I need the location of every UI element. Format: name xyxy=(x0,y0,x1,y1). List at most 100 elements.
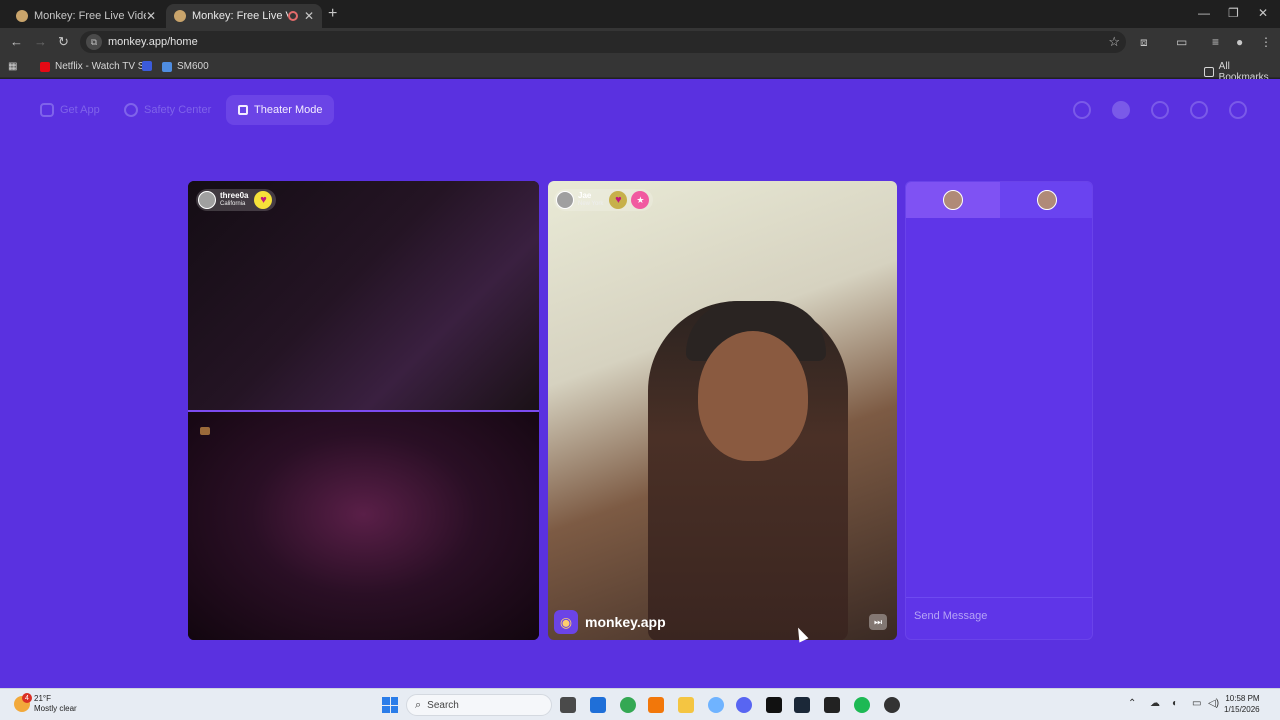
theater-mode-button[interactable]: Theater Mode xyxy=(226,95,335,125)
profile-icon[interactable] xyxy=(1229,101,1247,119)
windows-taskbar: 4 21°F Mostly clear ⌕ Search ⌃ ☁ ◐ ▭ ◁) … xyxy=(0,688,1280,720)
chat-tab-group[interactable] xyxy=(906,182,1000,218)
monkey-app: Get App Safety Center Theater Mode three… xyxy=(0,79,1280,688)
user-location: California xyxy=(220,201,246,207)
restore-icon[interactable]: ❐ xyxy=(1228,6,1239,20)
notification-badge: 4 xyxy=(22,693,32,703)
cast-icon[interactable]: ▭ xyxy=(1176,35,1187,49)
roblox-icon xyxy=(142,61,152,71)
browser-tab[interactable]: Monkey: Free Live Video Chat ✕ xyxy=(8,4,164,28)
partner-video-feed xyxy=(188,181,539,410)
heart-icon[interactable]: ♥ xyxy=(609,191,628,209)
obs-icon[interactable] xyxy=(824,697,840,713)
tray-overflow-icon[interactable]: ⌃ xyxy=(1128,698,1136,709)
new-tab-icon[interactable]: + xyxy=(328,5,337,23)
user-location: New York xyxy=(578,201,604,207)
monkey-logo-icon: ◉ xyxy=(554,610,578,634)
system-clock[interactable]: 10:58 PM 1/15/2026 xyxy=(1224,693,1260,715)
monkey-favicon-icon xyxy=(174,10,186,22)
search-icon[interactable] xyxy=(1073,101,1091,119)
back-icon[interactable]: ← xyxy=(10,34,23,49)
camera-icon xyxy=(200,427,210,435)
url-text: monkey.app/home xyxy=(108,36,198,48)
close-tab-icon[interactable]: ✕ xyxy=(146,9,156,23)
messages-icon[interactable] xyxy=(1190,101,1208,119)
steam-icon[interactable] xyxy=(794,697,810,713)
bookmark-roblox[interactable] xyxy=(142,61,157,71)
skip-button[interactable]: ⏭ xyxy=(869,614,887,630)
safety-center-button[interactable]: Safety Center xyxy=(124,99,211,121)
gift-icon[interactable]: ★ xyxy=(631,191,650,209)
avatar xyxy=(198,191,216,209)
user-badge[interactable]: three0a California ♥ xyxy=(196,189,277,211)
microphone-icon[interactable]: ◐ xyxy=(1172,698,1178,709)
forward-icon[interactable]: → xyxy=(34,34,47,49)
user-badge[interactable]: Jae New York ♥ ★ xyxy=(554,189,654,211)
store-icon[interactable] xyxy=(590,697,606,713)
close-window-icon[interactable]: ✕ xyxy=(1258,6,1268,20)
file-explorer-icon[interactable] xyxy=(678,697,694,713)
search-icon: ⌕ xyxy=(415,698,422,711)
weather-temp: 21°F xyxy=(34,694,51,703)
bookmark-sm600[interactable]: SM600 xyxy=(162,61,209,72)
search-label: Search xyxy=(427,699,459,711)
apps-icon[interactable]: ▦ xyxy=(8,61,17,72)
menu-icon[interactable]: ⋮ xyxy=(1260,35,1272,49)
browser-tabstrip: Monkey: Free Live Video Chat ✕ Monkey: F… xyxy=(0,0,1280,28)
site-info-icon[interactable]: ⧉ xyxy=(86,34,102,50)
weather-widget[interactable]: 4 21°F Mostly clear xyxy=(14,693,77,714)
expand-icon xyxy=(238,105,248,115)
phone-icon xyxy=(40,103,54,117)
self-video-feed xyxy=(188,412,539,640)
chat-tabs xyxy=(906,182,1092,218)
safety-center-label: Safety Center xyxy=(144,104,212,116)
bookmark-netflix[interactable]: Netflix - Watch TV S... xyxy=(40,61,153,72)
browser-toolbar: ← → ↻ ⧉ monkey.app/home ☆ ⧈ ▭ ≡ ● ⋮ xyxy=(0,28,1280,56)
clock-date: 1/15/2026 xyxy=(1224,705,1260,714)
recorder-icon[interactable] xyxy=(884,697,900,713)
folder-icon xyxy=(1204,67,1214,77)
avatar-icon[interactable] xyxy=(1112,101,1130,119)
sm600-icon xyxy=(162,61,172,72)
browser-tab-active[interactable]: Monkey: Free Live Video Ch ✕ xyxy=(166,4,322,28)
avast-icon[interactable] xyxy=(648,697,664,713)
netflix-icon xyxy=(40,61,50,72)
profile-icon[interactable]: ● xyxy=(1236,35,1243,49)
history-icon[interactable] xyxy=(1151,101,1169,119)
partner-video-left: three0a California ♥ xyxy=(188,181,539,640)
network-icon[interactable]: ▭ xyxy=(1192,698,1201,709)
media-icon[interactable]: ≡ xyxy=(1212,35,1219,49)
extensions-icon[interactable]: ⧈ xyxy=(1140,35,1148,50)
shield-icon xyxy=(124,103,138,117)
get-app-button[interactable]: Get App xyxy=(40,99,100,121)
task-view-icon[interactable] xyxy=(560,697,576,713)
monkey-favicon-icon xyxy=(16,10,28,22)
volume-icon[interactable]: ◁) xyxy=(1208,698,1219,709)
chrome-icon[interactable] xyxy=(620,697,636,713)
heart-icon[interactable]: ♥ xyxy=(254,191,273,209)
onedrive-icon[interactable]: ☁ xyxy=(1150,698,1160,709)
minimize-icon[interactable]: — xyxy=(1198,6,1210,20)
avatar xyxy=(943,190,963,210)
windows-start-icon[interactable] xyxy=(382,697,398,713)
spotify-icon[interactable] xyxy=(854,697,870,713)
video-subject-face xyxy=(698,331,808,461)
send-message-input[interactable]: Send Message xyxy=(906,597,1092,639)
taskbar-search[interactable]: ⌕ Search xyxy=(406,694,552,716)
partner-video-right: Jae New York ♥ ★ ◉ monkey.app ⏭ xyxy=(548,181,897,640)
tab-title: Monkey: Free Live Video Ch xyxy=(192,10,288,22)
copilot-icon[interactable] xyxy=(708,697,724,713)
monkey-watermark: ◉ monkey.app xyxy=(554,610,666,634)
clock-time: 10:58 PM xyxy=(1225,694,1260,703)
avatar xyxy=(1037,190,1057,210)
chat-panel: Send Message xyxy=(905,181,1093,640)
username: three0a xyxy=(220,191,249,200)
address-bar[interactable]: ⧉ monkey.app/home ☆ xyxy=(80,31,1126,53)
reload-icon[interactable]: ↻ xyxy=(58,34,69,50)
close-tab-icon[interactable]: ✕ xyxy=(304,9,314,23)
bookmarks-bar: ▦ Netflix - Watch TV S... SM600 All Book… xyxy=(0,56,1280,83)
capcut-icon[interactable] xyxy=(766,697,782,713)
chat-tab-user[interactable] xyxy=(1000,182,1092,218)
bookmark-star-icon[interactable]: ☆ xyxy=(1108,34,1120,50)
discord-icon[interactable] xyxy=(736,697,752,713)
